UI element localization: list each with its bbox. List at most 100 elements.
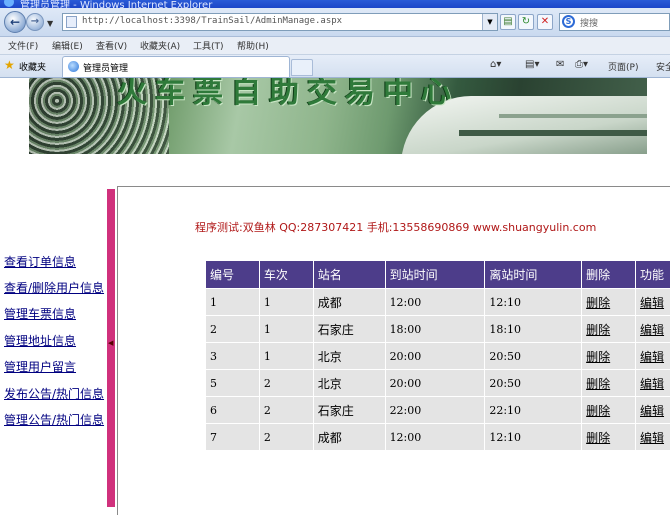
cell-id: 3 bbox=[205, 342, 260, 370]
content-border-top bbox=[118, 186, 670, 187]
table-row: 1 1 成都 12:00 12:10 删除 编辑 bbox=[205, 288, 670, 316]
col-header-station: 站名 bbox=[312, 260, 386, 289]
forward-button[interactable]: → bbox=[26, 13, 44, 31]
window-title-bar: 管理员管理 - Windows Internet Explorer bbox=[0, 0, 670, 8]
search-input[interactable]: 搜搜 bbox=[580, 16, 598, 29]
back-button[interactable]: ← bbox=[4, 11, 26, 33]
edit-link[interactable]: 编辑 bbox=[640, 377, 664, 391]
sidebar-link-addresses[interactable]: 管理地址信息 bbox=[4, 332, 76, 349]
sidebar-link-orders[interactable]: 查看订单信息 bbox=[4, 253, 76, 270]
table-row: 6 2 石家庄 22:00 22:10 删除 编辑 bbox=[205, 396, 670, 424]
menu-favorites[interactable]: 收藏夹(A) bbox=[140, 39, 180, 52]
cell-train: 1 bbox=[258, 315, 314, 343]
search-box[interactable]: S 搜搜 bbox=[559, 13, 670, 31]
cell-departure: 20:50 bbox=[484, 369, 583, 397]
cell-id: 2 bbox=[205, 315, 260, 343]
content-border-left bbox=[117, 186, 118, 515]
banner-train-window bbox=[499, 114, 647, 118]
mail-icon[interactable]: ✉ bbox=[556, 59, 564, 70]
cell-id: 1 bbox=[205, 288, 260, 316]
col-header-departure: 离站时间 bbox=[484, 260, 583, 289]
tab-admin-manage[interactable]: 管理员管理 bbox=[62, 56, 290, 77]
cell-arrival: 20:00 bbox=[384, 369, 486, 397]
favorites-star-icon[interactable]: ★ bbox=[4, 58, 15, 72]
search-provider-icon: S bbox=[562, 15, 575, 28]
cell-station: 北京 bbox=[312, 369, 386, 397]
col-header-delete: 删除 bbox=[581, 260, 637, 289]
col-header-train: 车次 bbox=[258, 260, 314, 289]
edit-link[interactable]: 编辑 bbox=[640, 323, 664, 337]
banner-train-stripe bbox=[459, 130, 647, 136]
col-header-id: 编号 bbox=[205, 260, 260, 289]
cell-station: 北京 bbox=[312, 342, 386, 370]
menu-view[interactable]: 查看(V) bbox=[96, 39, 127, 52]
cell-departure: 22:10 bbox=[484, 396, 583, 424]
sidebar-link-messages[interactable]: 管理用户留言 bbox=[4, 358, 76, 375]
table-header-row: 编号 车次 站名 到站时间 离站时间 删除 功能 bbox=[205, 260, 670, 289]
menu-edit[interactable]: 编辑(E) bbox=[52, 39, 83, 52]
compatibility-view-button[interactable]: ▤ bbox=[500, 14, 516, 30]
sidebar-link-tickets[interactable]: 管理车票信息 bbox=[4, 305, 76, 322]
table-row: 2 1 石家庄 18:00 18:10 删除 编辑 bbox=[205, 315, 670, 343]
cell-arrival: 12:00 bbox=[384, 423, 486, 451]
delete-link[interactable]: 删除 bbox=[586, 404, 610, 418]
refresh-button[interactable]: ↻ bbox=[518, 14, 534, 30]
table-row: 3 1 北京 20:00 20:50 删除 编辑 bbox=[205, 342, 670, 370]
cell-id: 6 bbox=[205, 396, 260, 424]
stop-button[interactable]: ✕ bbox=[537, 14, 553, 30]
address-dropdown-button[interactable]: ▼ bbox=[482, 14, 497, 30]
cell-train: 2 bbox=[258, 396, 314, 424]
menu-help[interactable]: 帮助(H) bbox=[237, 39, 269, 52]
menu-file[interactable]: 文件(F) bbox=[8, 39, 38, 52]
col-header-actions: 功能 bbox=[635, 260, 670, 289]
edit-link[interactable]: 编辑 bbox=[640, 404, 664, 418]
credit-line: 程序测试:双鱼林 QQ:287307421 手机:13558690869 www… bbox=[195, 221, 597, 234]
cell-arrival: 20:00 bbox=[384, 342, 486, 370]
cell-arrival: 12:00 bbox=[384, 288, 486, 316]
cell-train: 1 bbox=[258, 342, 314, 370]
safety-menu[interactable]: 安全 bbox=[656, 60, 670, 73]
delete-link[interactable]: 删除 bbox=[586, 296, 610, 310]
favorites-button[interactable]: 收藏夹 bbox=[19, 60, 46, 73]
cell-station: 石家庄 bbox=[312, 315, 386, 343]
stations-table: 编号 车次 站名 到站时间 离站时间 删除 功能 1 1 成都 12:00 12… bbox=[205, 260, 670, 451]
edit-link[interactable]: 编辑 bbox=[640, 296, 664, 310]
banner-title: 火车票自助交易中心 bbox=[117, 78, 459, 110]
edit-link[interactable]: 编辑 bbox=[640, 350, 664, 364]
ie-icon bbox=[4, 0, 14, 7]
delete-link[interactable]: 删除 bbox=[586, 431, 610, 445]
table-row: 7 2 成都 12:00 12:10 删除 编辑 bbox=[205, 423, 670, 451]
page-icon bbox=[66, 16, 77, 28]
recent-pages-dropdown[interactable]: ▼ bbox=[47, 19, 53, 28]
address-bar[interactable]: http://localhost:3398/TrainSail/AdminMan… bbox=[62, 13, 498, 31]
sidebar-link-publish-notice[interactable]: 发布公告/热门信息 bbox=[4, 385, 104, 402]
cell-departure: 18:10 bbox=[484, 315, 583, 343]
delete-link[interactable]: 删除 bbox=[586, 377, 610, 391]
sidebar-link-manage-notice[interactable]: 管理公告/热门信息 bbox=[4, 411, 104, 428]
cell-station: 成都 bbox=[312, 288, 386, 316]
sidebar-splitter[interactable]: ◀ bbox=[107, 189, 115, 507]
cell-id: 7 bbox=[205, 423, 260, 451]
delete-link[interactable]: 删除 bbox=[586, 323, 610, 337]
new-tab-button[interactable] bbox=[291, 59, 313, 76]
print-icon[interactable]: ⎙▾ bbox=[575, 59, 588, 70]
cell-station: 成都 bbox=[312, 423, 386, 451]
cell-departure: 20:50 bbox=[484, 342, 583, 370]
feeds-icon[interactable]: ▤▾ bbox=[525, 59, 539, 70]
cell-train: 1 bbox=[258, 288, 314, 316]
ie-page-icon bbox=[68, 61, 79, 72]
home-icon[interactable]: ⌂▾ bbox=[490, 59, 501, 70]
cell-arrival: 22:00 bbox=[384, 396, 486, 424]
address-url[interactable]: http://localhost:3398/TrainSail/AdminMan… bbox=[82, 16, 342, 26]
menu-bar: 文件(F) 编辑(E) 查看(V) 收藏夹(A) 工具(T) 帮助(H) bbox=[0, 37, 670, 55]
delete-link[interactable]: 删除 bbox=[586, 350, 610, 364]
edit-link[interactable]: 编辑 bbox=[640, 431, 664, 445]
cell-train: 2 bbox=[258, 423, 314, 451]
address-toolbar: ← → ▼ http://localhost:3398/TrainSail/Ad… bbox=[0, 8, 670, 37]
sidebar-link-users[interactable]: 查看/删除用户信息 bbox=[4, 279, 104, 296]
menu-tools[interactable]: 工具(T) bbox=[193, 39, 224, 52]
page-menu[interactable]: 页面(P) bbox=[608, 60, 638, 73]
col-header-arrival: 到站时间 bbox=[384, 260, 486, 289]
cell-id: 5 bbox=[205, 369, 260, 397]
cell-train: 2 bbox=[258, 369, 314, 397]
